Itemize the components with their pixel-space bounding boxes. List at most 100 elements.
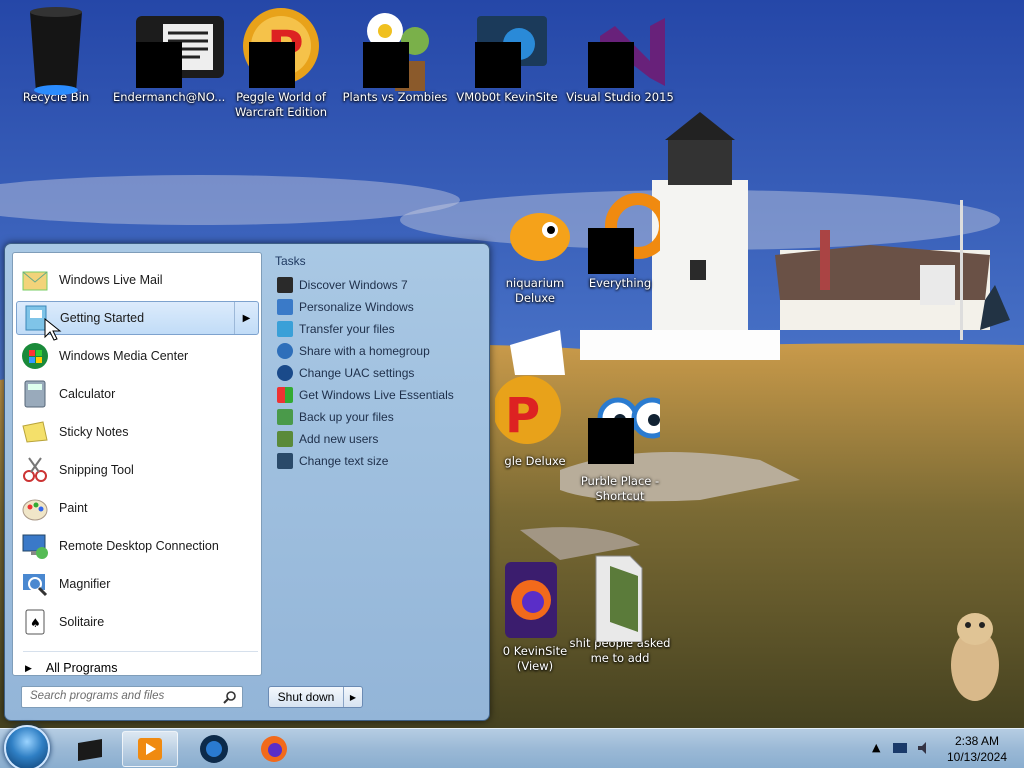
start-item-paint[interactable]: Paint — [16, 491, 259, 525]
fish-icon — [495, 192, 575, 272]
start-search-input[interactable]: Search programs and files — [21, 686, 243, 708]
desktop-icon-purble-place[interactable]: Purble Place - Shortcut — [565, 390, 675, 504]
start-item-label: Windows Live Mail — [59, 273, 163, 287]
start-item-magnifier[interactable]: Magnifier — [16, 567, 259, 601]
shutdown-options-arrow-icon[interactable]: ▶ — [344, 687, 362, 707]
task-personalize[interactable]: Personalize Windows — [277, 296, 485, 318]
desktop-icon-insaniquarium[interactable]: niquarium Deluxe — [480, 192, 590, 306]
calculator-icon — [19, 378, 51, 410]
paint-icon — [19, 492, 51, 524]
desktop-icon-endermanch[interactable]: Endermanch@NO... — [113, 6, 225, 105]
desktop-icon-vm0b0t[interactable]: VM0b0t KevinSite — [452, 6, 562, 105]
taskbar: ▲ 2:38 AM 10/13/2024 — [0, 725, 1024, 768]
desktop-icon-peggle-wow[interactable]: P Peggle World of Warcraft Edition — [226, 6, 336, 120]
task-text-size[interactable]: Change text size — [277, 450, 485, 472]
desktop-icon-plants-vs-zombies[interactable]: Plants vs Zombies — [340, 6, 450, 105]
network-icon[interactable] — [892, 741, 908, 755]
scissors-icon — [19, 454, 51, 486]
all-programs-label: All Programs — [45, 661, 118, 675]
task-label: Discover Windows 7 — [299, 278, 408, 292]
mouse-cursor-icon — [44, 318, 62, 341]
start-item-label: Getting Started — [60, 311, 145, 325]
desktop-icon-visual-studio[interactable]: Visual Studio 2015 — [565, 6, 675, 105]
explorer-icon — [78, 739, 102, 761]
discover-icon — [277, 277, 293, 293]
desktop-icon-label: Peggle World of Warcraft Edition — [234, 90, 328, 119]
personalize-icon — [277, 299, 293, 315]
mail-icon — [19, 264, 51, 296]
taskbar-firefox-button[interactable] — [246, 731, 302, 767]
media-player-icon — [138, 738, 162, 760]
task-transfer-files[interactable]: Transfer your files — [277, 318, 485, 340]
task-label: Add new users — [299, 432, 379, 446]
start-item-label: Magnifier — [59, 577, 111, 591]
task-label: Back up your files — [299, 410, 394, 424]
shutdown-button[interactable]: Shut down ▶ — [268, 686, 363, 708]
backup-icon — [277, 409, 293, 425]
firefox-icon — [495, 560, 575, 640]
desktop-icon-label: Purble Place - Shortcut — [580, 474, 660, 503]
svg-text:♠: ♠ — [30, 616, 41, 630]
task-uac[interactable]: Change UAC settings — [277, 362, 485, 384]
start-menu-programs-pane: Windows Live Mail Getting Started ▶ Wind… — [12, 252, 262, 676]
divider — [23, 651, 258, 652]
taskbar-media-player-button[interactable] — [122, 731, 178, 767]
svg-text:P: P — [505, 388, 540, 444]
start-item-snipping-tool[interactable]: Snipping Tool — [16, 453, 259, 487]
folder-icon — [580, 552, 660, 642]
task-discover-windows[interactable]: Discover Windows 7 — [277, 274, 485, 296]
media-center-icon — [19, 340, 51, 372]
start-item-label: Windows Media Center — [59, 349, 189, 363]
task-label: Personalize Windows — [299, 300, 414, 314]
start-item-windows-media-center[interactable]: Windows Media Center — [16, 339, 259, 373]
start-orb-button[interactable] — [4, 725, 50, 768]
visual-studio-icon — [580, 6, 665, 88]
solitaire-icon: ♠ — [19, 606, 51, 638]
taskbar-explorer-button[interactable] — [62, 731, 118, 767]
search-icon[interactable] — [223, 690, 237, 707]
desktop-icon-folder[interactable]: shit people asked me to add — [565, 552, 675, 666]
submenu-arrow-icon[interactable]: ▶ — [234, 302, 258, 334]
start-item-label: Remote Desktop Connection — [59, 539, 219, 553]
shutdown-label[interactable]: Shut down — [269, 687, 344, 707]
system-clock[interactable]: 2:38 AM 10/13/2024 — [942, 733, 1012, 765]
show-hidden-icons-icon[interactable]: ▲ — [872, 741, 880, 754]
start-item-calculator[interactable]: Calculator — [16, 377, 259, 411]
start-item-sticky-notes[interactable]: Sticky Notes — [16, 415, 259, 449]
search-placeholder: Search programs and files — [30, 690, 165, 702]
volume-icon[interactable] — [916, 741, 932, 755]
task-label: Share with a homegroup — [299, 344, 430, 358]
uac-icon — [277, 365, 293, 381]
homegroup-icon — [277, 343, 293, 359]
plants-vs-zombies-icon — [355, 6, 435, 91]
task-label: Transfer your files — [299, 322, 395, 336]
start-item-windows-live-mail[interactable]: Windows Live Mail — [16, 263, 259, 297]
desktop-icon-label: VM0b0t KevinSite — [456, 90, 558, 104]
gopher-figure — [940, 605, 1010, 705]
all-programs-button[interactable]: ▶ All Programs — [19, 657, 259, 679]
start-item-solitaire[interactable]: ♠ Solitaire — [16, 605, 259, 639]
peggle-icon: P — [241, 6, 321, 88]
peggle-deluxe-icon: P — [495, 370, 575, 450]
desktop-icon-recycle-bin[interactable]: Recycle Bin — [1, 6, 111, 105]
task-add-users[interactable]: Add new users — [277, 428, 485, 450]
vm-icon — [467, 6, 547, 88]
task-backup[interactable]: Back up your files — [277, 406, 485, 428]
start-item-remote-desktop[interactable]: Remote Desktop Connection — [16, 529, 259, 563]
remote-desktop-icon — [19, 530, 51, 562]
task-homegroup[interactable]: Share with a homegroup — [277, 340, 485, 362]
task-label: Change text size — [299, 454, 389, 468]
start-item-label: Calculator — [59, 387, 116, 401]
text-size-icon — [277, 453, 293, 469]
start-item-label: Paint — [59, 501, 88, 515]
taskbar-globe-button[interactable] — [186, 731, 242, 767]
globe-icon — [200, 735, 228, 763]
sticky-notes-icon — [19, 416, 51, 448]
windows-flag-icon — [277, 387, 293, 403]
task-label: Get Windows Live Essentials — [299, 388, 454, 402]
start-item-label: Sticky Notes — [59, 425, 129, 439]
text-file-icon — [128, 6, 224, 88]
users-icon — [277, 431, 293, 447]
task-live-essentials[interactable]: Get Windows Live Essentials — [277, 384, 485, 406]
task-label: Change UAC settings — [299, 366, 415, 380]
